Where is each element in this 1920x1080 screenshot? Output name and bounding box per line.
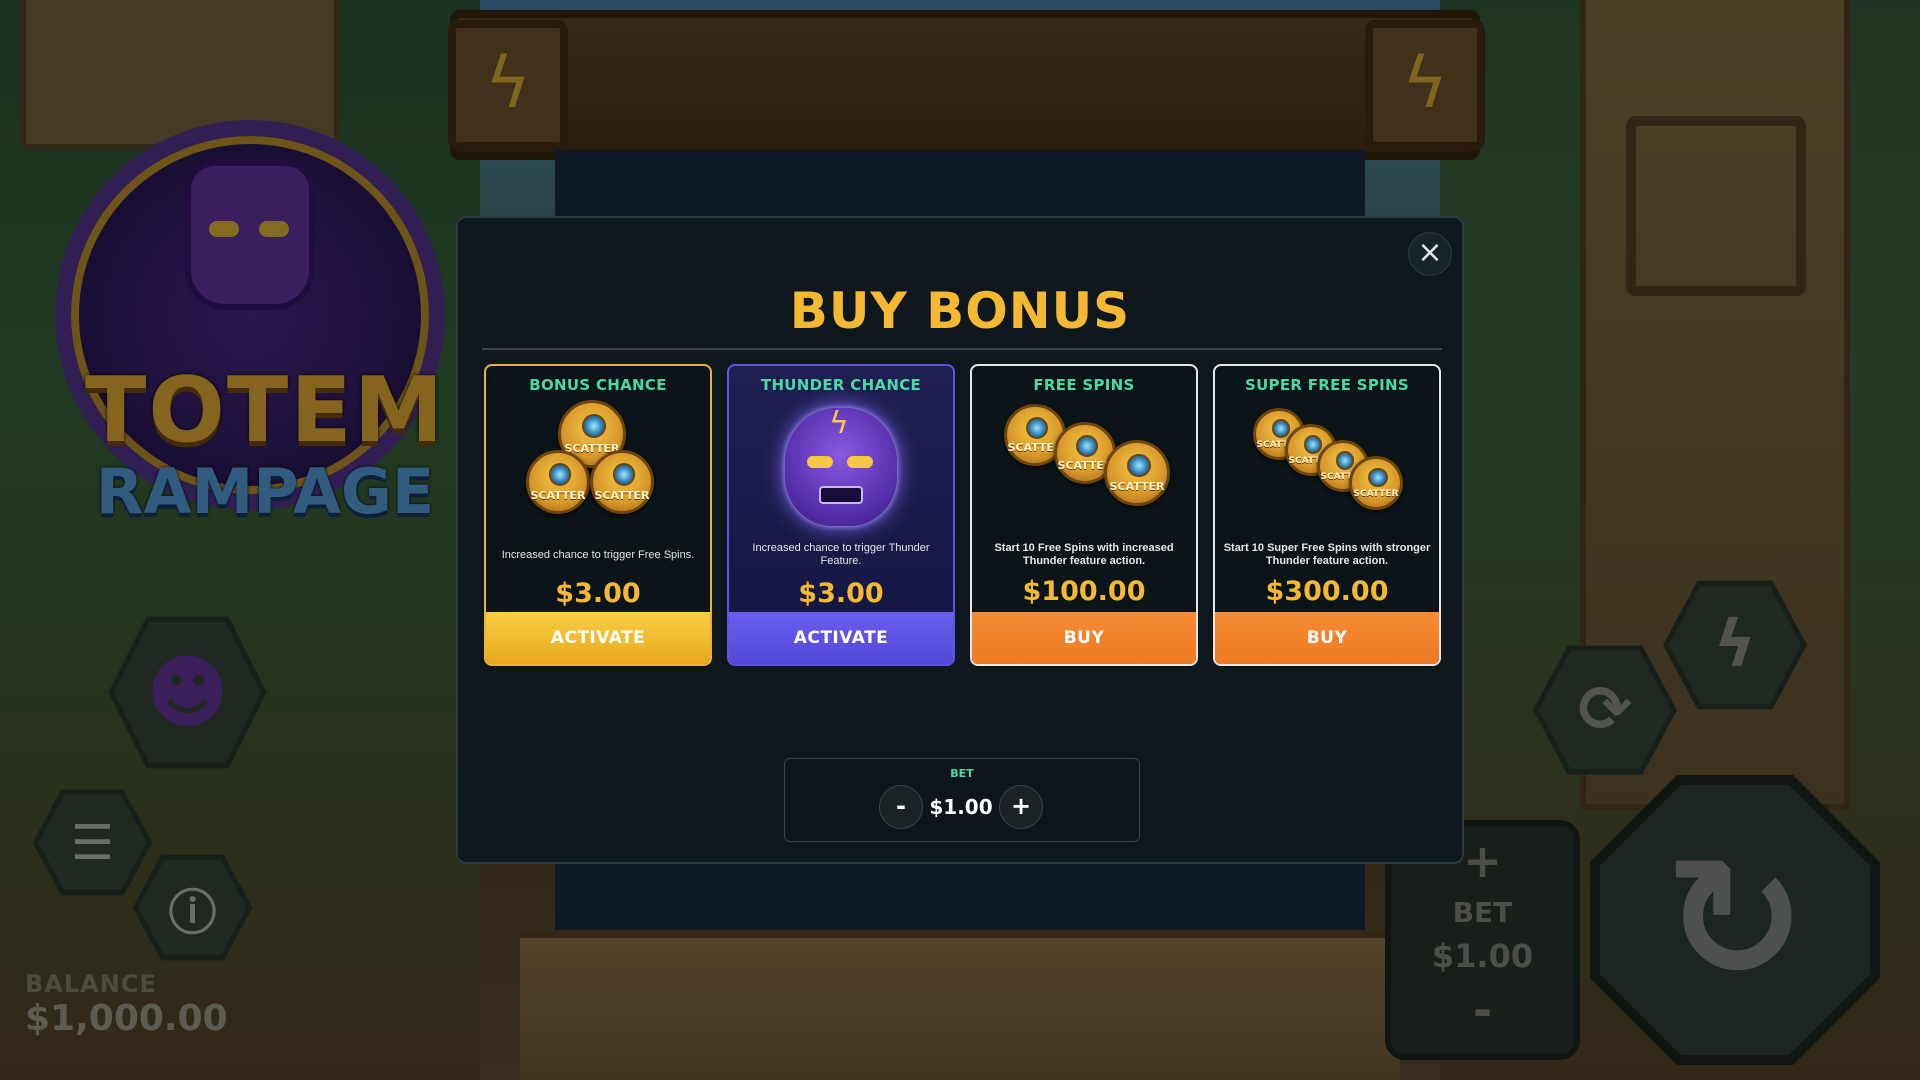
card-price: $100.00 <box>1022 576 1146 607</box>
card-title: SUPER FREE SPINS <box>1244 376 1410 394</box>
bet-label: BET <box>950 767 974 780</box>
card-price: $300.00 <box>1265 576 1389 607</box>
modal-title: BUY BONUS <box>789 282 1131 340</box>
free-spins-card: FREE SPINS SCATTER SCATTER SCATTER Start… <box>970 364 1198 666</box>
thunder-chance-card: THUNDER CHANCE ϟ Increased chance to tri… <box>727 364 955 666</box>
title-divider <box>482 348 1442 350</box>
scatter-coin-icon: SCATTER <box>526 450 590 514</box>
bet-selector: BET - $1.00 + <box>784 758 1140 842</box>
close-icon: × <box>1417 235 1443 270</box>
card-title: FREE SPINS <box>1033 376 1135 394</box>
card-description: Start 10 Super Free Spins with stronger … <box>1223 542 1431 567</box>
scatter-coin-icon: SCATTER <box>1349 456 1403 510</box>
close-button[interactable]: × <box>1408 232 1452 276</box>
scatter-coins-triangle-icon: SCATTER SCATTER SCATTER <box>486 400 710 540</box>
card-price: $3.00 <box>798 578 884 609</box>
card-description: Increased chance to trigger Thunder Feat… <box>752 542 930 567</box>
card-title: THUNDER CHANCE <box>760 376 922 394</box>
bet-increase-button[interactable]: + <box>999 785 1043 829</box>
card-title: BONUS CHANCE <box>529 376 667 394</box>
scatter-coin-icon: SCATTER <box>1104 440 1170 506</box>
card-description: Increased chance to trigger Free Spins. <box>501 549 695 561</box>
scatter-coin-icon: SCATTER <box>590 450 654 514</box>
card-price: $3.00 <box>555 578 641 609</box>
bonus-chance-card: BONUS CHANCE SCATTER SCATTER SCATTER Inc… <box>484 364 712 666</box>
three-scatter-coins-icon: SCATTER SCATTER SCATTER <box>972 400 1196 540</box>
card-description: Start 10 Free Spins with increased Thund… <box>994 542 1174 567</box>
bet-value: $1.00 <box>929 795 993 819</box>
buy-super-free-spins-button[interactable]: BUY <box>1215 612 1439 664</box>
bonus-cards: BONUS CHANCE SCATTER SCATTER SCATTER Inc… <box>484 364 1441 666</box>
lightning-icon: ϟ <box>829 406 849 441</box>
four-scatter-coins-icon: SCATTER SCATTER SCATTER SCATTER <box>1215 400 1439 540</box>
thunder-totem-face-icon: ϟ <box>729 400 953 540</box>
activate-thunder-chance-button[interactable]: ACTIVATE <box>729 612 953 664</box>
bet-decrease-button[interactable]: - <box>879 785 923 829</box>
super-free-spins-card: SUPER FREE SPINS SCATTER SCATTER SCATTER… <box>1213 364 1441 666</box>
buy-bonus-modal: × BUY BONUS BONUS CHANCE SCATTER SCATTER… <box>456 216 1464 864</box>
buy-free-spins-button[interactable]: BUY <box>972 612 1196 664</box>
activate-bonus-chance-button[interactable]: ACTIVATE <box>486 612 710 664</box>
